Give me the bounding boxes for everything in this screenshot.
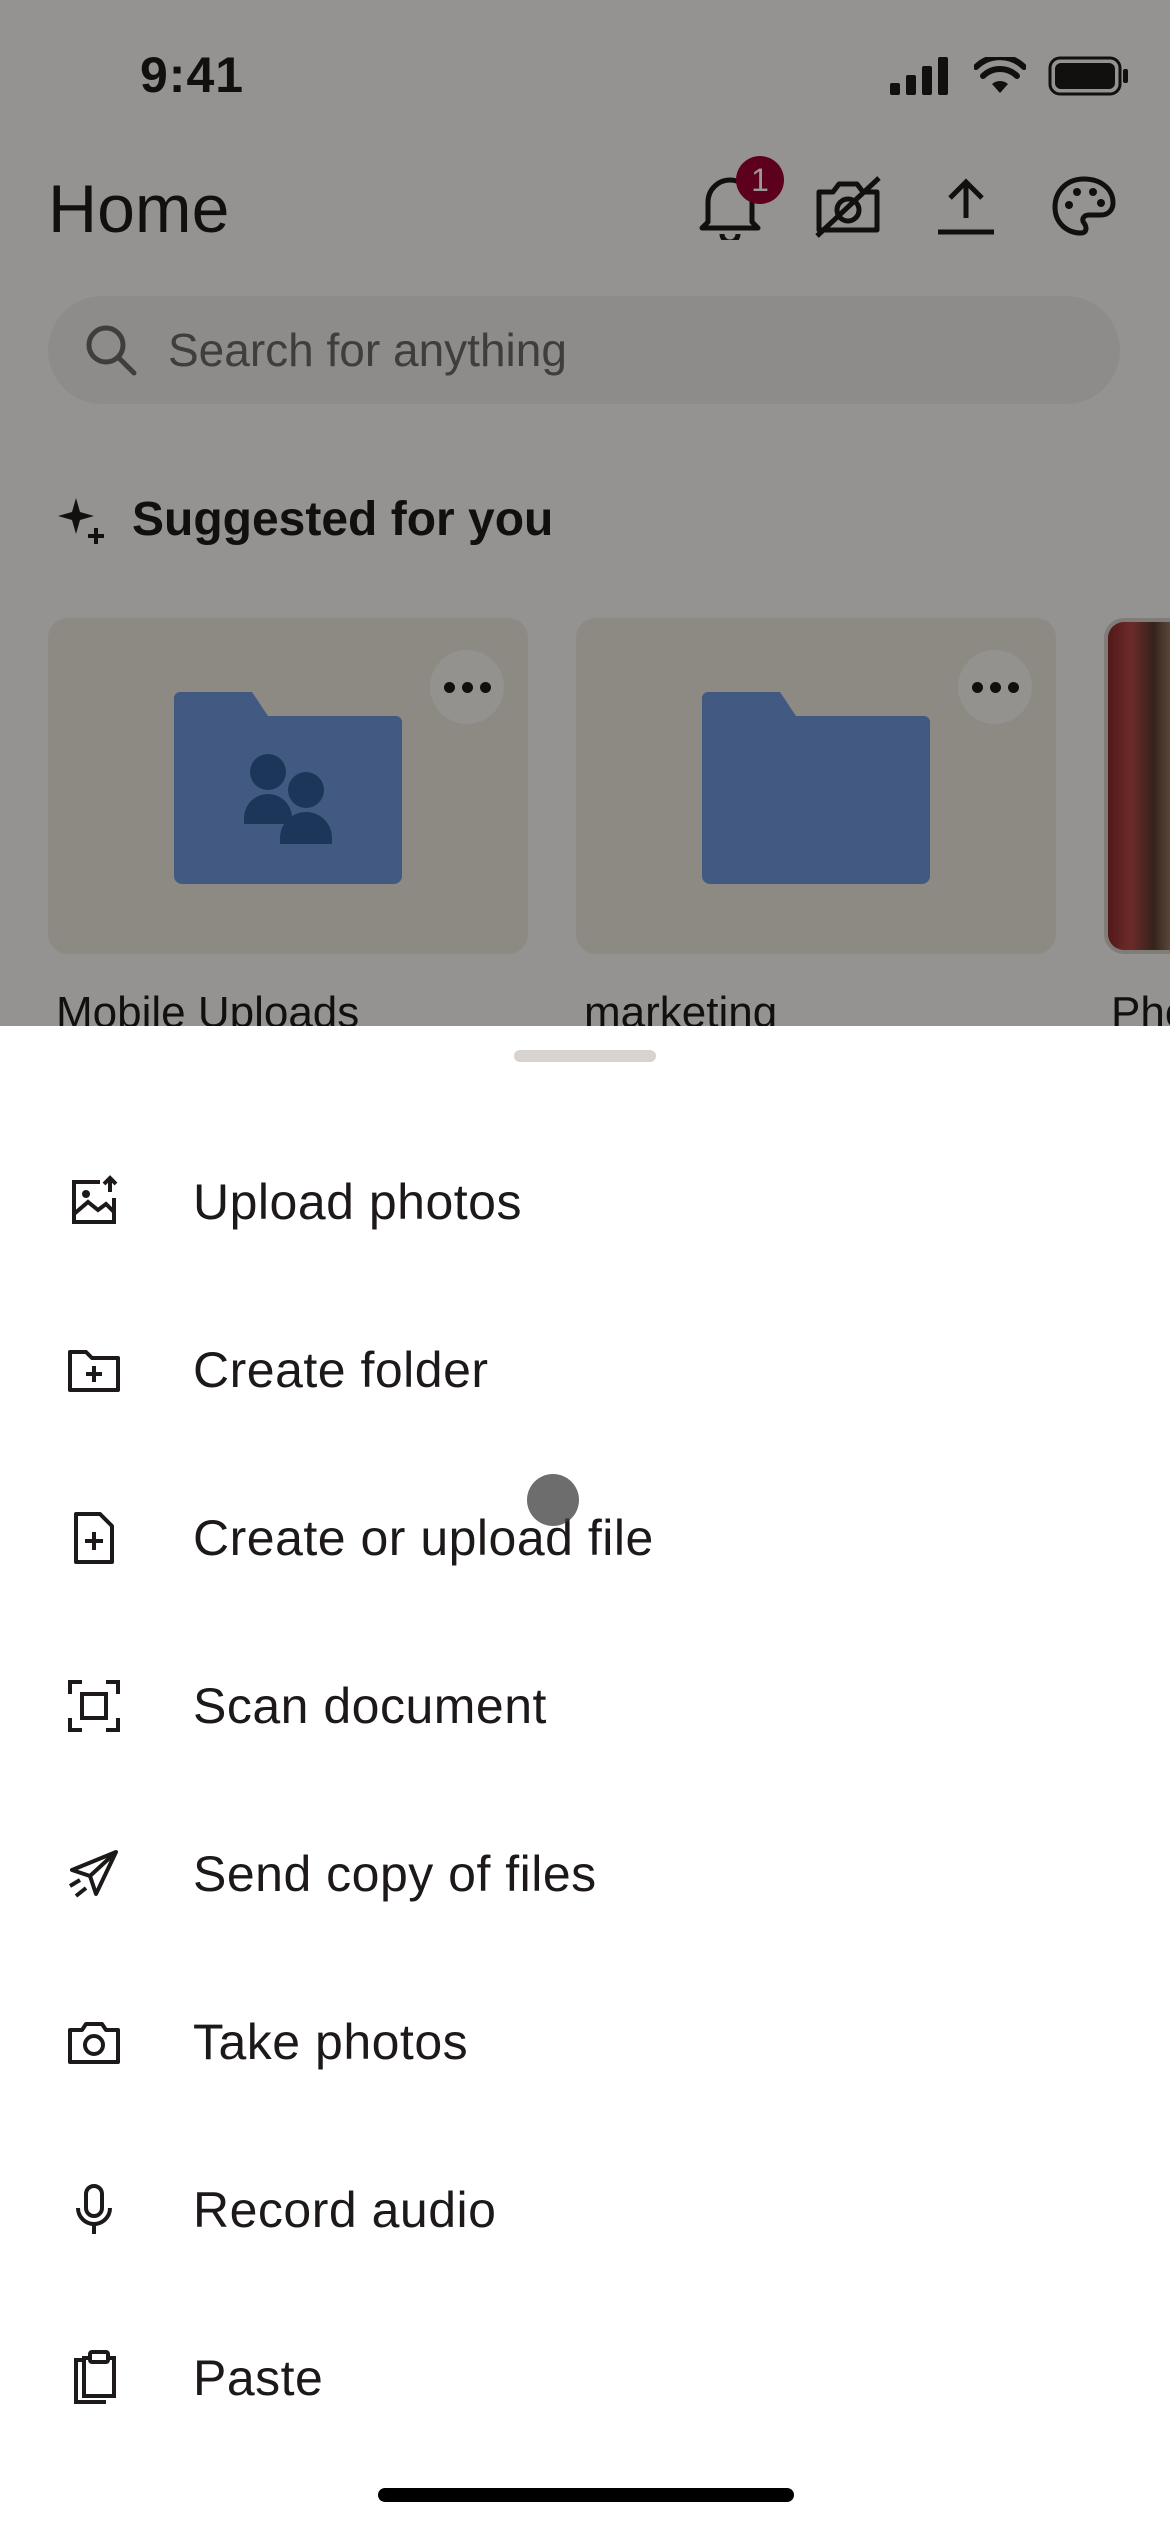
create-folder-icon bbox=[68, 1350, 120, 1392]
menu-item-record-audio[interactable]: Record audio bbox=[0, 2126, 1170, 2294]
send-icon bbox=[68, 1850, 118, 1898]
create-file-icon bbox=[74, 1512, 114, 1564]
upload-photo-icon bbox=[72, 1175, 118, 1224]
menu-item-create-folder[interactable]: Create folder bbox=[0, 1286, 1170, 1454]
menu-item-send-copy[interactable]: Send copy of files bbox=[0, 1790, 1170, 1958]
camera-icon bbox=[68, 2022, 120, 2064]
menu-item-take-photos[interactable]: Take photos bbox=[0, 1958, 1170, 2126]
menu-item-label: Send copy of files bbox=[193, 1846, 597, 1902]
touch-indicator bbox=[527, 1474, 579, 1526]
home-indicator[interactable] bbox=[378, 2488, 794, 2502]
modal-scrim[interactable] bbox=[0, 0, 1170, 1026]
menu-item-label: Record audio bbox=[193, 2182, 497, 2238]
menu-item-label: Create folder bbox=[193, 1342, 489, 1398]
menu-item-paste[interactable]: Paste bbox=[0, 2294, 1170, 2462]
menu-item-label: Take photos bbox=[193, 2014, 469, 2070]
create-action-sheet: Upload photos Create folder Create or up… bbox=[0, 1026, 1170, 2532]
screen: 9:41 Home 1 Search for anything Suggeste… bbox=[0, 0, 1170, 2532]
menu-item-label: Paste bbox=[193, 2350, 324, 2406]
menu-item-scan-document[interactable]: Scan document bbox=[0, 1622, 1170, 1790]
menu-item-label: Create or upload file bbox=[193, 1510, 654, 1566]
microphone-icon bbox=[76, 2184, 112, 2234]
scan-icon bbox=[68, 1680, 120, 1732]
menu-item-label: Upload photos bbox=[193, 1174, 522, 1230]
menu-item-upload-photos[interactable]: Upload photos bbox=[0, 1118, 1170, 1286]
clipboard-icon bbox=[74, 2350, 116, 2404]
menu-item-create-file[interactable]: Create or upload file bbox=[0, 1454, 1170, 1622]
sheet-grabber[interactable] bbox=[514, 1050, 656, 1062]
menu-item-label: Scan document bbox=[193, 1678, 547, 1734]
action-menu: Upload photos Create folder Create or up… bbox=[0, 1118, 1170, 2462]
